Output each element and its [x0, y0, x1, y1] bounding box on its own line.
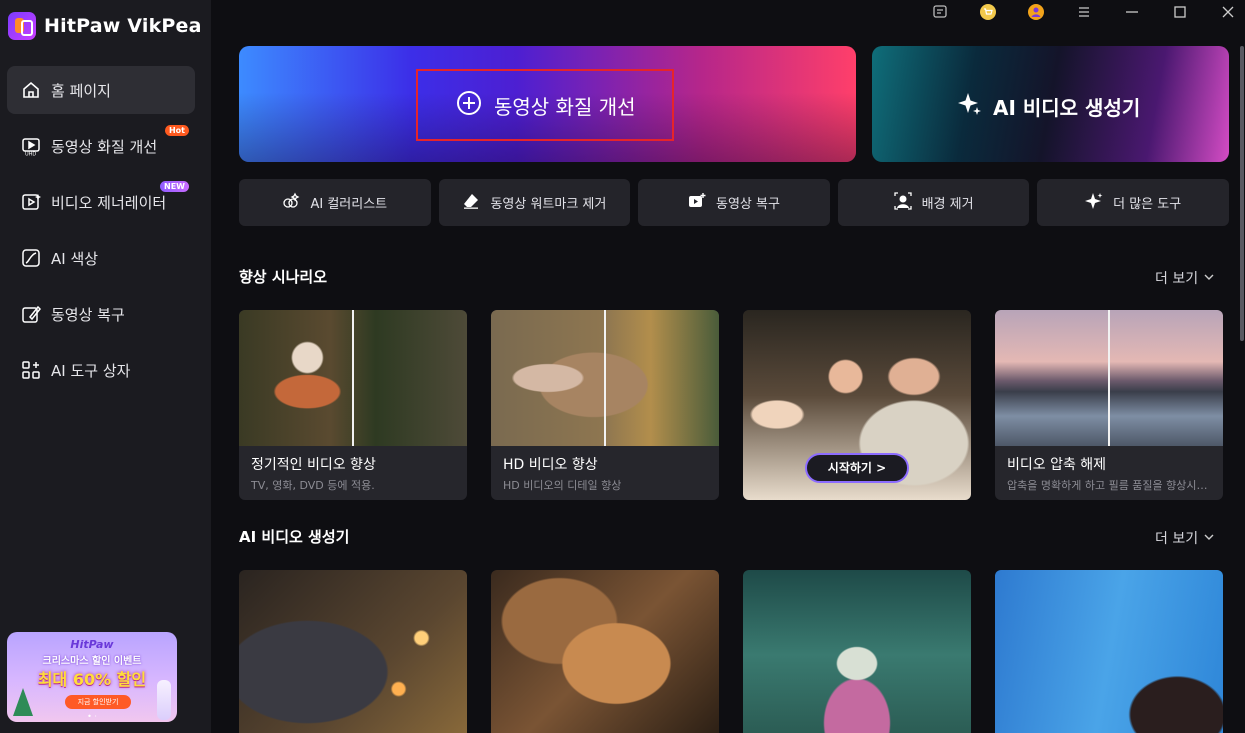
sidebar-nav: 홈 페이지 UHD 동영상 화질 개선 Hot 비디오 제너레이터 NEW AI… — [7, 66, 195, 402]
promo-banner[interactable]: HitPaw 크리스마스 할인 이벤트 최대 60% 할인 지금 할인받기 • … — [7, 632, 177, 722]
card-subtitle: TV, 영화, DVD 등에 적용. — [251, 479, 375, 492]
sidebar-item-video-enhance[interactable]: UHD 동영상 화질 개선 Hot — [7, 122, 195, 170]
promo-discount: 최대 60% 할인 — [37, 670, 147, 689]
tool-label: 더 많은 도구 — [1113, 197, 1182, 212]
account-icon[interactable] — [1025, 1, 1047, 23]
sidebar-item-label: 동영상 복구 — [51, 305, 125, 324]
sidebar-item-ai-toolbox[interactable]: AI 도구 상자 — [7, 346, 195, 394]
carousel-dots: • · — [87, 712, 97, 721]
tools-row: AI 컬러리스트 동영상 워트마크 제거 동영상 복구 배경 제거 더 많은 도… — [239, 179, 1229, 226]
color-curve-icon — [21, 248, 41, 268]
compare-divider — [352, 310, 354, 446]
section-title-ai-video: AI 비디오 생성기 — [239, 528, 350, 546]
sparkle-icon — [1085, 192, 1103, 214]
sidebar-item-ai-color[interactable]: AI 색상 — [7, 234, 195, 282]
promo-button[interactable]: 지금 할인받기 — [65, 695, 131, 709]
scenario-card-family[interactable]: 시작하기 > — [743, 310, 971, 500]
ai-video-generator-banner[interactable]: AI 비디오 생성기 — [872, 46, 1229, 162]
more-label: 더 보기 — [1155, 271, 1199, 287]
card-title: 정기적인 비디오 향상 — [251, 457, 376, 473]
card-subtitle: HD 비디오의 디테일 향상 — [503, 479, 622, 492]
app-name: HitPaw VikPea — [44, 15, 202, 37]
maximize-icon[interactable] — [1169, 1, 1191, 23]
add-circle-icon — [456, 90, 482, 121]
tool-background-remove[interactable]: 배경 제거 — [837, 179, 1030, 226]
repair-icon — [21, 304, 41, 324]
tool-ai-colorist[interactable]: AI 컬러리스트 — [239, 179, 431, 226]
scenario-card-regular[interactable]: 정기적인 비디오 향상 TV, 영화, DVD 등에 적용. — [239, 310, 467, 500]
sidebar-item-home[interactable]: 홈 페이지 — [7, 66, 195, 114]
scrollbar[interactable] — [1240, 46, 1244, 341]
sidebar-item-label: 홈 페이지 — [51, 81, 111, 100]
sparkle-icon — [957, 91, 983, 122]
more-label: 더 보기 — [1155, 531, 1199, 547]
hot-badge: Hot — [164, 125, 189, 136]
sidebar-item-video-repair[interactable]: 동영상 복구 — [7, 290, 195, 338]
card-subtitle: 압축을 명확하게 하고 필름 품질을 향상시킵니다 — [1007, 479, 1212, 492]
feedback-icon[interactable] — [929, 1, 951, 23]
tool-label: AI 컬러리스트 — [310, 197, 388, 212]
ai-video-generator-label: AI 비디오 생성기 — [993, 96, 1141, 120]
close-icon[interactable] — [1217, 1, 1239, 23]
video-play-icon — [21, 192, 41, 212]
tool-video-repair[interactable]: 동영상 복구 — [638, 179, 830, 226]
sidebar-item-label: AI 도구 상자 — [51, 361, 131, 380]
menu-icon[interactable] — [1073, 1, 1095, 23]
ai-video-thumbnail-knight[interactable] — [239, 570, 467, 733]
svg-text:UHD: UHD — [25, 152, 36, 157]
eraser-icon — [462, 192, 480, 214]
section-title-enhance: 향상 시나리오 — [239, 268, 328, 286]
video-repair-icon — [688, 192, 706, 214]
tool-label: 동영상 워트마크 제거 — [490, 197, 607, 212]
sidebar-item-label: 비디오 제너레이터 — [51, 193, 167, 212]
compare-divider — [1108, 310, 1110, 446]
minimize-icon[interactable] — [1121, 1, 1143, 23]
app-logo-icon — [8, 12, 36, 40]
card-title: 비디오 압축 해제 — [1007, 457, 1107, 473]
promo-brand: HitPaw — [70, 638, 114, 651]
card-title: HD 비디오 향상 — [503, 457, 598, 473]
new-badge: NEW — [160, 181, 189, 192]
promo-headline: 크리스마스 할인 이벤트 — [42, 656, 142, 667]
scenario-card-hd[interactable]: HD 비디오 향상 HD 비디오의 디테일 향상 — [491, 310, 719, 500]
ai-video-generator-button[interactable]: AI 비디오 생성기 — [957, 91, 1140, 122]
home-icon — [21, 80, 41, 100]
colorist-icon — [282, 192, 300, 214]
compare-divider — [604, 310, 606, 446]
video-enhance-label: 동영상 화질 개선 — [494, 95, 636, 119]
sidebar-item-video-generator[interactable]: 비디오 제너레이터 NEW — [7, 178, 195, 226]
tool-watermark-remove[interactable]: 동영상 워트마크 제거 — [438, 179, 631, 226]
chevron-down-icon — [1204, 530, 1214, 546]
scenario-card-decompress[interactable]: 비디오 압축 해제 압축을 명확하게 하고 필름 품질을 향상시킵니다 — [995, 310, 1223, 500]
title-bar — [211, 0, 1245, 24]
uhd-video-icon: UHD — [21, 136, 41, 156]
ai-video-thumbnail-lion[interactable] — [491, 570, 719, 733]
sidebar: HitPaw VikPea 홈 페이지 UHD 동영상 화질 개선 Hot 비디… — [0, 0, 211, 733]
toolbox-icon — [21, 360, 41, 380]
ai-video-thumbnail-girl[interactable] — [995, 570, 1223, 733]
start-button[interactable]: 시작하기 > — [805, 453, 909, 483]
ai-video-thumbnail-phonebooth[interactable] — [743, 570, 971, 733]
cart-icon[interactable] — [977, 1, 999, 23]
video-enhance-banner[interactable]: 동영상 화질 개선 — [239, 46, 856, 162]
more-link-enhance[interactable]: 더 보기 — [1155, 268, 1214, 288]
brand: HitPaw VikPea — [8, 12, 202, 40]
chevron-down-icon — [1204, 270, 1214, 286]
video-enhance-button[interactable]: 동영상 화질 개선 — [456, 90, 636, 121]
sidebar-item-label: AI 색상 — [51, 249, 99, 268]
tool-more-tools[interactable]: 더 많은 도구 — [1037, 179, 1229, 226]
more-link-ai-video[interactable]: 더 보기 — [1155, 528, 1214, 548]
tool-label: 동영상 복구 — [716, 197, 780, 212]
tool-label: 배경 제거 — [921, 197, 974, 212]
sidebar-item-label: 동영상 화질 개선 — [51, 137, 158, 156]
background-remove-icon — [893, 191, 912, 214]
